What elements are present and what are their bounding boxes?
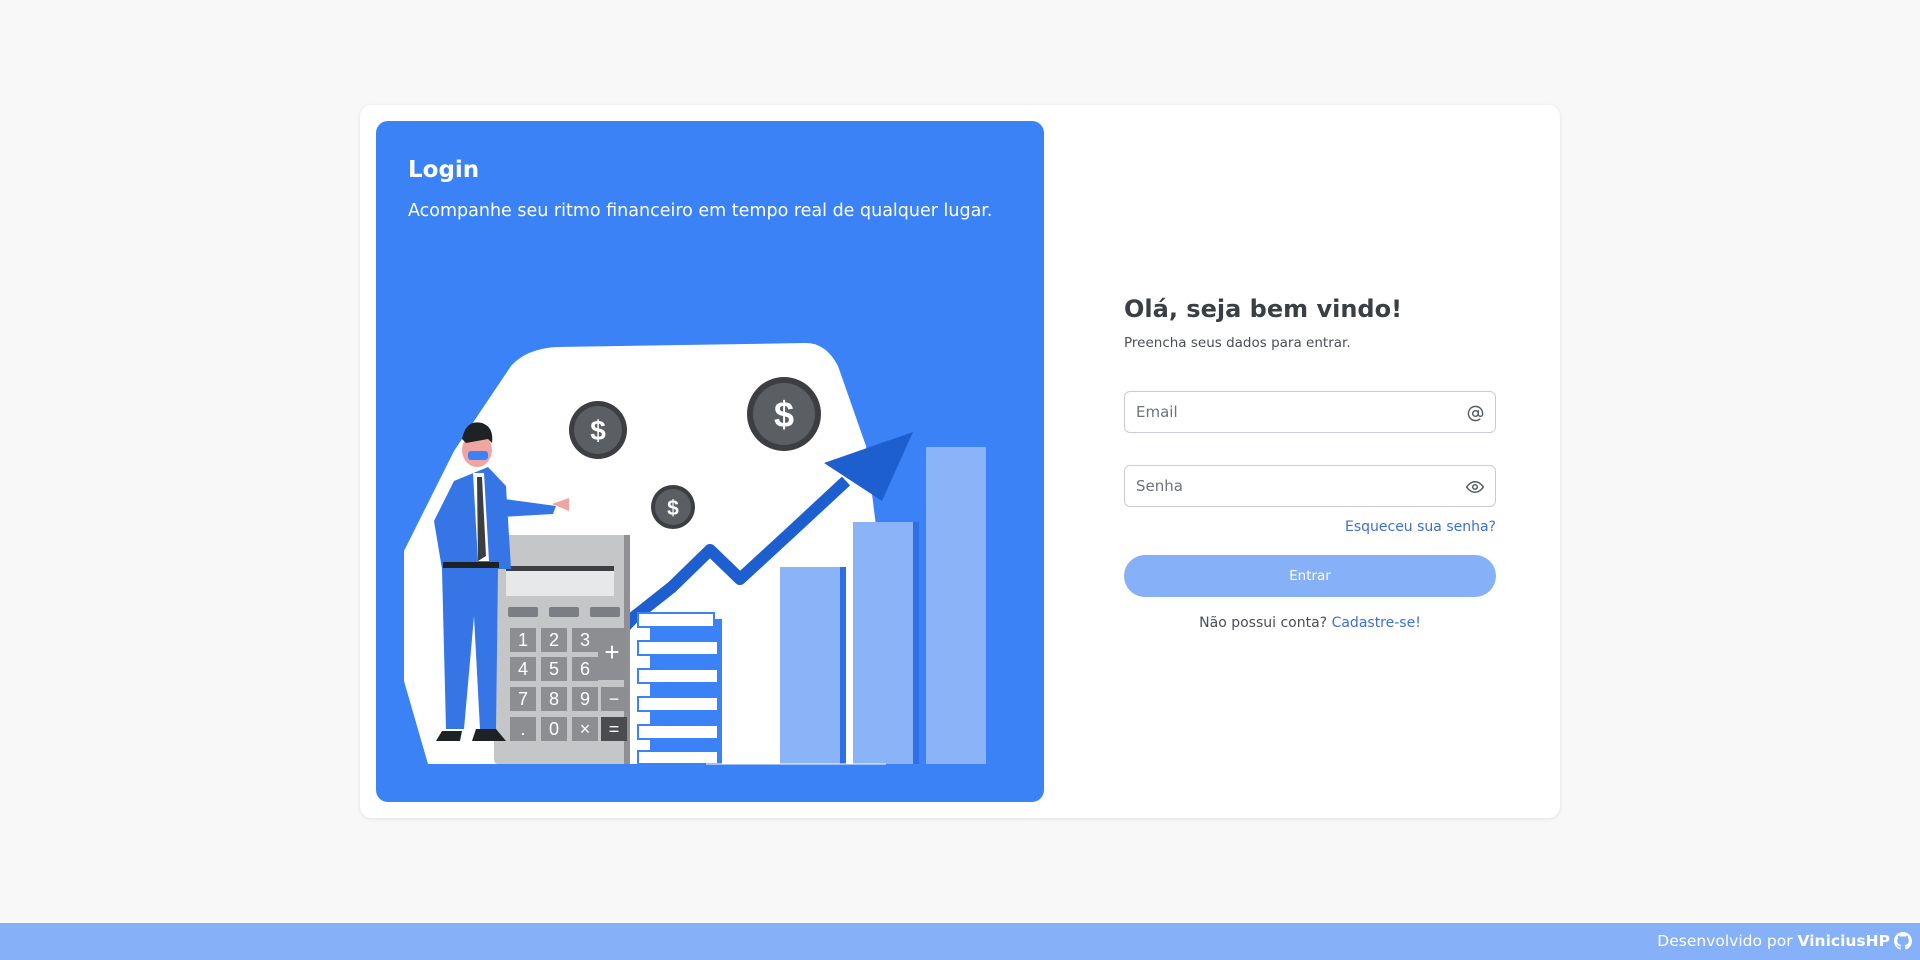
email-field-wrapper bbox=[1124, 391, 1496, 433]
calc-key: 2 bbox=[549, 630, 559, 650]
bar-chart-bar bbox=[840, 567, 846, 764]
login-button[interactable]: Entrar bbox=[1124, 555, 1496, 597]
footer-prefix: Desenvolvido por bbox=[1657, 932, 1793, 950]
coin-small: $ bbox=[651, 485, 695, 529]
calc-key: 6 bbox=[580, 659, 590, 679]
bar-chart-bar bbox=[926, 447, 986, 764]
bar-chart-bar bbox=[913, 522, 919, 764]
welcome-subtitle: Preencha seus dados para entrar. bbox=[1124, 335, 1351, 351]
footer-author-link[interactable]: ViniciusHP bbox=[1798, 932, 1890, 950]
calc-key: . bbox=[520, 719, 525, 739]
password-field-wrapper bbox=[1124, 465, 1496, 507]
coin-symbol: $ bbox=[590, 415, 606, 446]
eye-icon[interactable] bbox=[1465, 477, 1485, 497]
footer-credit: Desenvolvido por ViniciusHP bbox=[1657, 932, 1890, 950]
password-input[interactable] bbox=[1125, 466, 1495, 506]
calc-key: 8 bbox=[549, 689, 559, 709]
coin-symbol: $ bbox=[667, 497, 679, 520]
calc-key: × bbox=[580, 719, 591, 739]
calc-key: + bbox=[604, 637, 619, 667]
signup-row: Não possui conta? Cadastre-se! bbox=[1124, 615, 1496, 631]
calc-key: 9 bbox=[580, 689, 590, 709]
email-input[interactable] bbox=[1125, 392, 1495, 432]
login-form: Olá, seja bem vindo! Preencha seus dados… bbox=[1124, 295, 1496, 631]
calc-key: 3 bbox=[580, 630, 590, 650]
bar-chart-bar bbox=[780, 567, 844, 764]
coin-large: $ bbox=[747, 377, 821, 451]
at-sign-icon bbox=[1465, 403, 1485, 423]
signup-link[interactable]: Cadastre-se! bbox=[1332, 615, 1421, 631]
welcome-title: Olá, seja bem vindo! bbox=[1124, 295, 1403, 323]
github-icon[interactable] bbox=[1894, 932, 1912, 950]
calc-key: 4 bbox=[518, 659, 528, 679]
calc-key: = bbox=[609, 719, 620, 739]
coin-symbol: $ bbox=[774, 394, 794, 435]
finance-illustration: 1 2 3 + 4 5 6 7 8 9 − . 0 × = $ $ $ bbox=[404, 343, 986, 765]
forgot-password-link[interactable]: Esqueceu sua senha? bbox=[1124, 519, 1496, 535]
folder-stack bbox=[637, 612, 722, 765]
footer: Desenvolvido por ViniciusHP bbox=[0, 923, 1920, 960]
signup-prompt: Não possui conta? bbox=[1199, 615, 1328, 631]
hero-panel: Login Acompanhe seu ritmo financeiro em … bbox=[376, 121, 1044, 802]
calc-key: 0 bbox=[549, 719, 559, 739]
bar-chart-bar bbox=[853, 522, 917, 764]
calc-key: 1 bbox=[518, 630, 528, 650]
calc-key: − bbox=[609, 689, 620, 709]
calc-key: 7 bbox=[518, 689, 528, 709]
coin-medium: $ bbox=[569, 401, 627, 459]
login-card: Login Acompanhe seu ritmo financeiro em … bbox=[360, 105, 1560, 818]
calc-key: 5 bbox=[549, 659, 559, 679]
